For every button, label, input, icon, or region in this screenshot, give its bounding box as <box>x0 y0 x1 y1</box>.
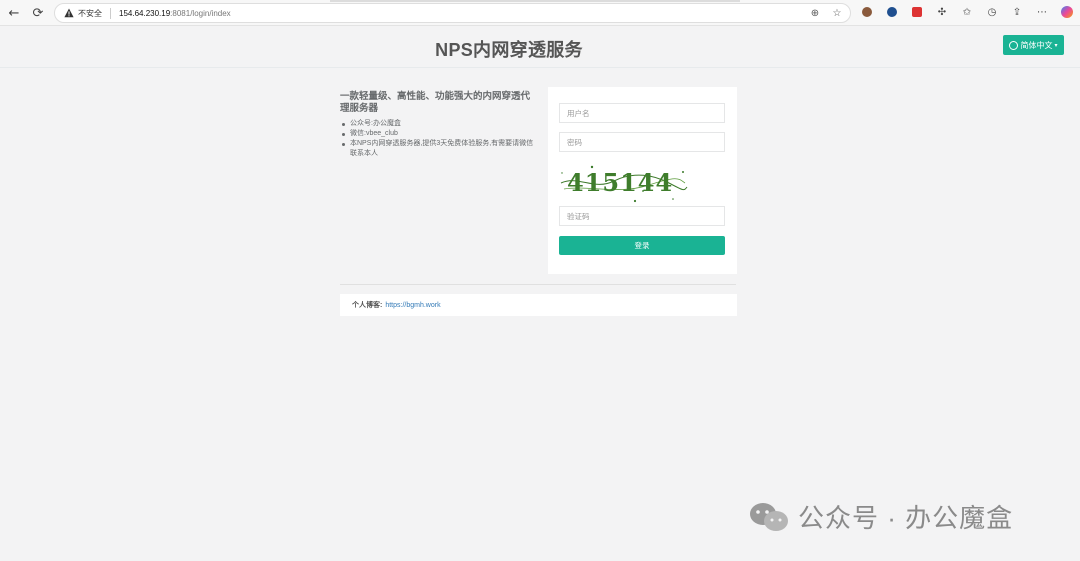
captcha-text: 415144 <box>567 168 673 197</box>
share-icon[interactable]: ⇪ <box>1010 5 1024 19</box>
intro-item: 公众号:办公魔盒 <box>342 119 535 129</box>
caret-down-icon: ▾ <box>1054 42 1058 49</box>
login-button[interactable]: 登录 <box>559 236 725 255</box>
extension-red-icon[interactable] <box>910 5 924 19</box>
url-host: 154.64.230.19 <box>119 8 171 18</box>
reload-icon[interactable]: ⟳ <box>27 2 49 24</box>
url-path: :8081/login/index <box>170 8 231 18</box>
intro-list: 公众号:办公魔盒 微信:vbee_club 本NPS内网穿透服务器,提供3天免费… <box>340 119 535 159</box>
copilot-icon[interactable] <box>1060 5 1074 19</box>
captcha-image[interactable]: 415144 <box>559 161 689 203</box>
warning-triangle-icon <box>64 8 74 18</box>
watermark: 公众号 · 办公魔盒 <box>748 498 1013 535</box>
username-input[interactable]: 用户名 <box>559 103 725 123</box>
extension-globe-icon[interactable] <box>885 5 899 19</box>
address-divider <box>110 7 111 19</box>
address-bar[interactable]: 不安全 154.64.230.19:8081/login/index ⊕ ☆ <box>54 3 851 23</box>
blog-label: 个人博客: <box>352 302 383 309</box>
language-label: 简体中文 <box>1020 40 1053 50</box>
watermark-text: 公众号 · 办公魔盒 <box>798 503 1014 533</box>
history-icon[interactable]: ◷ <box>985 5 999 19</box>
tab-strip <box>330 0 740 2</box>
language-button[interactable]: 简体中文 ▾ <box>1003 35 1064 55</box>
wechat-logo-icon <box>750 502 788 531</box>
favorites-icon[interactable]: ✩ <box>960 5 974 19</box>
page-header: NPS内网穿透服务 简体中文 ▾ <box>0 26 1080 68</box>
extensions-puzzle-icon[interactable]: ✣ <box>935 5 949 19</box>
security-warning[interactable]: 不安全 <box>55 8 102 19</box>
favorite-star-icon[interactable]: ☆ <box>830 6 844 20</box>
captcha-input[interactable]: 验证码 <box>559 206 725 226</box>
page-title: NPS内网穿透服务 <box>435 40 583 60</box>
intro-title: 一款轻量级、高性能、功能强大的内网穿透代理服务器 <box>340 91 531 114</box>
intro-item: 微信:vbee_club <box>342 129 535 139</box>
login-form: 用户名 密码 415144 验证码 登录 <box>548 87 737 274</box>
security-label: 不安全 <box>78 8 102 18</box>
divider <box>340 284 736 285</box>
blog-panel: 个人博客: https://bgmh.work <box>340 294 737 316</box>
more-menu-icon[interactable]: ⋯ <box>1035 5 1049 19</box>
password-input[interactable]: 密码 <box>559 132 725 152</box>
intro-item: 本NPS内网穿透服务器,提供3天免费体验服务,有需要请微信联系本人 <box>342 140 534 157</box>
intro-panel: 一款轻量级、高性能、功能强大的内网穿透代理服务器 公众号:办公魔盒 微信:vbe… <box>340 91 535 159</box>
extension-cookie-icon[interactable] <box>860 5 874 19</box>
translate-icon[interactable]: ⊕ <box>808 6 822 20</box>
globe-icon <box>1009 40 1019 50</box>
blog-link[interactable]: https://bgmh.work <box>385 302 440 309</box>
back-arrow-icon[interactable]: ← <box>3 2 25 24</box>
browser-toolbar: ← ⟳ 不安全 154.64.230.19:8081/login/index ⊕… <box>0 0 1080 26</box>
